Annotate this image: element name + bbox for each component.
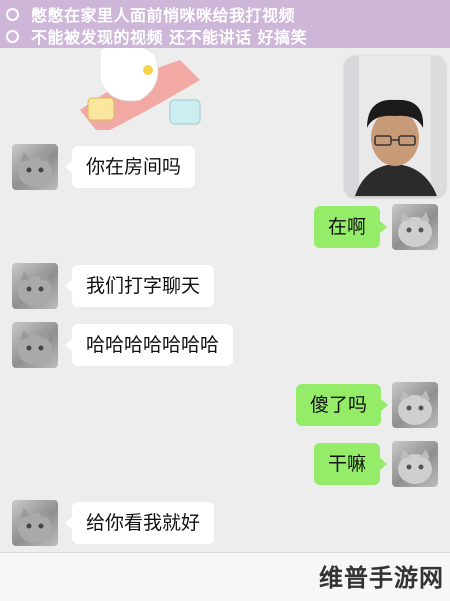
caption-line-2: 不能被发现的视频 还不能讲话 好搞笑 — [6, 25, 307, 47]
message-bubble-incoming[interactable]: 你在房间吗 — [64, 146, 196, 188]
cat-avatar-icon — [18, 152, 52, 187]
cat-avatar-icon — [18, 271, 52, 306]
contact-avatar[interactable] — [12, 144, 58, 190]
message-bubble-outgoing[interactable]: 干嘛 — [314, 443, 388, 485]
cat-avatar-icon — [398, 212, 432, 247]
caption-banner: 憋憋在家里人面前悄咪咪给我打视频 不能被发现的视频 还不能讲话 好搞笑 — [0, 0, 450, 48]
cat-avatar-icon — [398, 390, 432, 425]
message-bubble-incoming[interactable]: 我们打字聊天 — [64, 265, 215, 307]
video-call-window[interactable] — [345, 56, 445, 196]
contact-avatar[interactable] — [12, 322, 58, 368]
message-bubble-incoming[interactable]: 哈哈哈哈哈哈哈 — [64, 324, 234, 366]
contact-avatar[interactable] — [12, 263, 58, 309]
self-avatar[interactable] — [392, 382, 438, 428]
caption-line-1: 憋憋在家里人面前悄咪咪给我打视频 — [6, 3, 295, 25]
cat-avatar-icon — [18, 330, 52, 365]
message-bubble-outgoing[interactable]: 在啊 — [314, 206, 388, 248]
site-watermark: 维普手游网 — [319, 564, 444, 592]
caption-text-1: 憋憋在家里人面前悄咪咪给我打视频 — [31, 6, 296, 25]
cat-avatar-icon — [18, 508, 52, 543]
cat-avatar-icon — [398, 449, 432, 484]
contact-avatar[interactable] — [12, 500, 58, 546]
message-bubble-outgoing[interactable]: 傻了吗 — [296, 384, 389, 426]
message-bubble-incoming[interactable]: 给你看我就好 — [64, 502, 215, 544]
caption-text-2: 不能被发现的视频 还不能讲话 好搞笑 — [31, 28, 308, 47]
caller-video-feed — [345, 56, 445, 196]
self-avatar[interactable] — [392, 204, 438, 250]
circle-bullet-icon — [6, 29, 19, 43]
circle-bullet-icon — [6, 7, 19, 21]
input-toolbar[interactable]: 维普手游网 — [0, 552, 450, 601]
self-avatar[interactable] — [392, 441, 438, 487]
